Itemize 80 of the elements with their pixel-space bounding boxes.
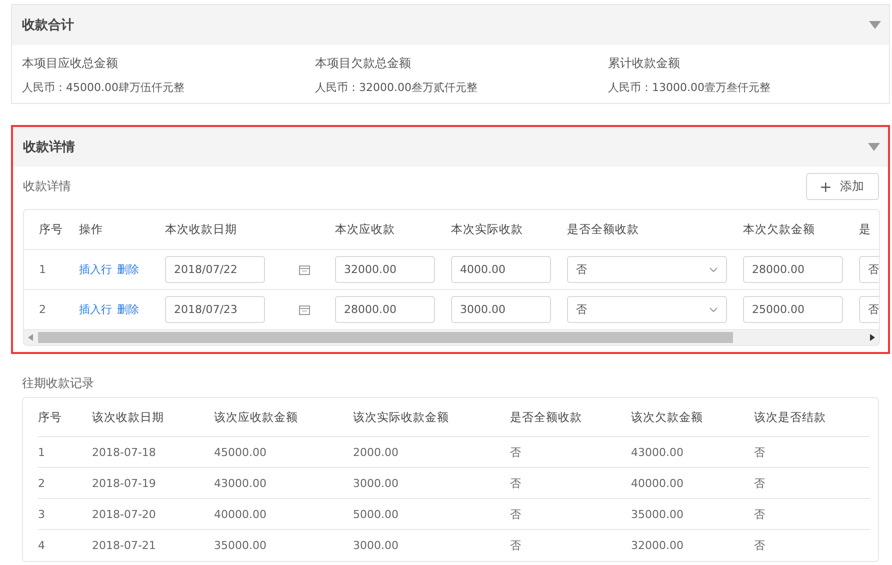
table-cell-text: 45000.00 xyxy=(214,446,268,458)
column-header: 是否全额收款 xyxy=(510,410,583,424)
summary-value: 人民币：13000.00壹万叁仟元整 xyxy=(608,80,772,95)
column-header: 该次收款日期 xyxy=(92,410,165,424)
table-cell-text: 否 xyxy=(510,476,522,490)
table-cell-text: 否 xyxy=(754,538,766,553)
delete-link[interactable]: 删除 xyxy=(117,262,139,277)
summary-label: 本项目应收总金额 xyxy=(22,55,119,72)
amount-field[interactable]: 28000.00 xyxy=(335,296,435,323)
calendar-icon[interactable] xyxy=(299,304,310,314)
table-cell-text: 43000.00 xyxy=(631,446,684,458)
table-cell-text: 1 xyxy=(39,263,47,276)
column-header: 本次应收款 xyxy=(335,222,396,237)
chevron-down-icon xyxy=(709,266,718,272)
table-cell-text: 40000.00 xyxy=(631,476,684,490)
column-header: 是 xyxy=(859,222,872,237)
table-cell-text: 32000.00 xyxy=(631,539,684,552)
table-cell-text: 否 xyxy=(754,506,766,522)
collapse-icon[interactable] xyxy=(868,143,880,151)
table-cell-text: 4 xyxy=(38,539,46,552)
chevron-down-icon xyxy=(709,306,718,312)
column-header: 该次应收款金额 xyxy=(214,410,299,424)
column-header: 本次欠款金额 xyxy=(743,222,816,237)
date-field[interactable]: 2018/07/22 xyxy=(165,256,265,283)
table-cell-text: 2018-07-20 xyxy=(92,508,157,520)
scroll-left-icon[interactable] xyxy=(28,334,33,341)
select-field[interactable]: 否 xyxy=(567,296,727,323)
table-cell-text: 否 xyxy=(510,444,522,460)
column-header: 该次实际收款金额 xyxy=(353,410,450,424)
table-cell-text: 2018-07-18 xyxy=(92,446,157,458)
summary-label: 本项目欠款总金额 xyxy=(315,55,412,72)
amount-field[interactable]: 32000.00 xyxy=(335,256,435,283)
select-field[interactable]: 否 xyxy=(859,256,879,283)
column-header: 是否全额收款 xyxy=(567,222,640,237)
column-header: 本次实际收款 xyxy=(451,222,524,237)
column-header: 该次是否结款 xyxy=(754,410,827,424)
section-title: 收款详情 xyxy=(23,138,75,156)
table-cell-text: 35000.00 xyxy=(631,508,684,520)
subsection-title: 收款详情 xyxy=(23,178,71,195)
table-cell-text: 否 xyxy=(754,476,766,490)
add-button[interactable]: + 添加 xyxy=(806,173,879,200)
table-cell-text: 40000.00 xyxy=(214,508,268,520)
table-cell-text: 5000.00 xyxy=(353,508,400,520)
column-header: 序号 xyxy=(38,410,63,424)
table-cell-text: 3 xyxy=(38,508,46,520)
amount-field[interactable]: 4000.00 xyxy=(451,256,551,283)
insert-row-link[interactable]: 插入行 xyxy=(79,262,112,277)
amount-field[interactable]: 28000.00 xyxy=(743,256,843,283)
table-cell-text: 2018-07-21 xyxy=(92,539,157,552)
table-cell-text: 2018-07-19 xyxy=(92,476,157,490)
delete-link[interactable]: 删除 xyxy=(117,302,139,317)
table-cell-text: 3000.00 xyxy=(353,539,400,552)
table-cell-text: 1 xyxy=(38,446,46,458)
table-cell-text: 35000.00 xyxy=(214,539,268,552)
insert-row-link[interactable]: 插入行 xyxy=(79,302,112,317)
table-cell-text: 43000.00 xyxy=(214,476,268,490)
column-header: 操作 xyxy=(79,222,104,237)
select-field[interactable]: 否 xyxy=(859,296,879,323)
select-field[interactable]: 否 xyxy=(567,256,727,283)
table-cell-text: 否 xyxy=(510,538,522,553)
amount-field[interactable]: 25000.00 xyxy=(743,296,843,323)
table-cell-text: 否 xyxy=(510,506,522,522)
collapse-icon[interactable] xyxy=(869,21,881,29)
table-cell-text: 3000.00 xyxy=(353,476,400,490)
table-cell-text: 否 xyxy=(754,444,766,460)
subsection-title: 往期收款记录 xyxy=(22,376,94,390)
calendar-icon[interactable] xyxy=(299,264,310,274)
summary-value: 人民币：45000.00肆万伍仟元整 xyxy=(22,80,186,95)
summary-value: 人民币：32000.00叁万贰仟元整 xyxy=(315,80,478,95)
amount-field[interactable]: 3000.00 xyxy=(451,296,551,323)
column-header: 序号 xyxy=(39,222,64,237)
column-header: 本次收款日期 xyxy=(165,222,238,237)
scroll-right-icon[interactable] xyxy=(870,334,875,341)
section-title: 收款合计 xyxy=(22,17,74,34)
column-header: 该次欠款金额 xyxy=(631,410,704,424)
date-field[interactable]: 2018/07/23 xyxy=(165,296,265,323)
table-cell-text: 2000.00 xyxy=(353,446,400,458)
table-cell-text: 2 xyxy=(38,476,46,490)
table-cell-text: 2 xyxy=(39,303,47,316)
summary-label: 累计收款金额 xyxy=(608,55,681,72)
